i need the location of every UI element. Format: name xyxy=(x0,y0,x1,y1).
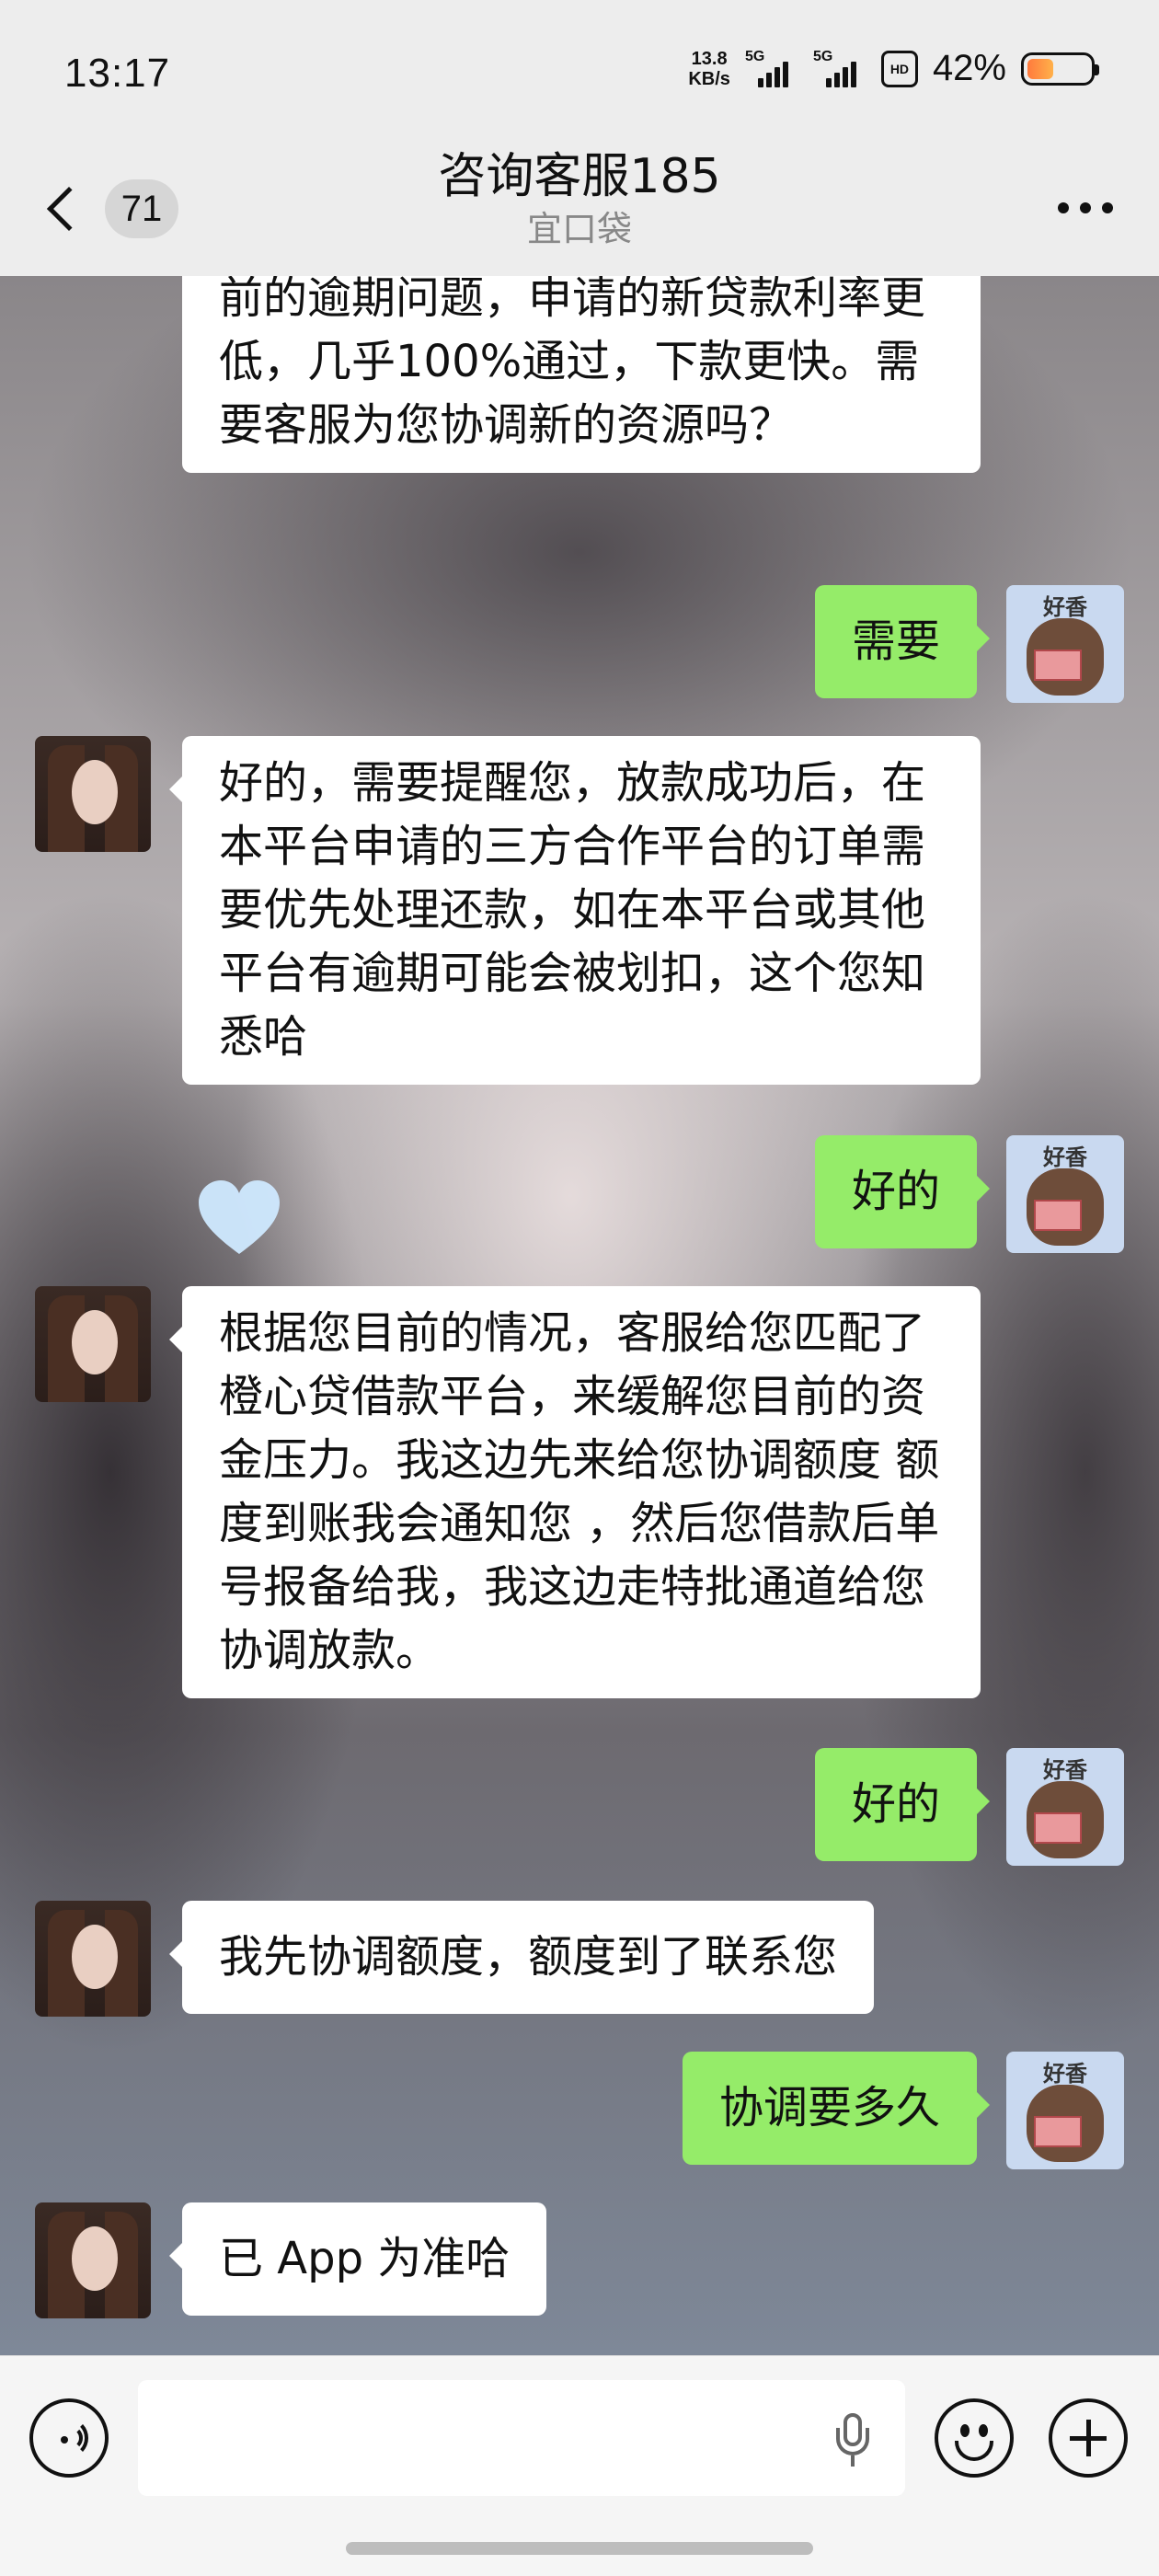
sent-message-bubble[interactable]: 协调要多久 xyxy=(682,2052,991,2165)
received-message-bubble[interactable]: 已 App 为准哈 xyxy=(168,2202,547,2316)
chat-screen: 13:17 13.8 KB/s 5G 5G HD 42% 咨询客服185 宜口袋… xyxy=(0,0,1159,2576)
status-bar: 13:17 13.8 KB/s 5G 5G HD 42% xyxy=(0,0,1159,147)
sent-message-bubble[interactable]: 好的 xyxy=(814,1748,991,1861)
sticker-label: 好香 xyxy=(1043,2061,1087,2087)
received-message-bubble[interactable]: 好的，需要提醒您，放款成功后，在本平台申请的三方合作平台的订单需要优先处理还款，… xyxy=(169,736,981,1085)
message-text: 协调要多久 xyxy=(718,2082,940,2133)
received-message-bubble[interactable]: 根据您目前的情况，客服给您匹配了橙心贷借款平台，来缓解您目前的资金压力。我这边先… xyxy=(169,1286,981,1698)
sticker-label: 好香 xyxy=(1043,594,1087,620)
sent-message-bubble[interactable]: 需要 xyxy=(814,585,991,698)
message-text: 好的，需要提醒您，放款成功后，在本平台申请的三方合作平台的订单需要优先处理还款，… xyxy=(219,757,926,1063)
message-input[interactable] xyxy=(138,2380,905,2496)
message-text: 我先协调额度，额度到了联系您 xyxy=(219,1931,838,1983)
signal-icon: 5G xyxy=(813,49,866,89)
battery-icon xyxy=(1021,52,1099,86)
unread-count-badge: 71 xyxy=(105,179,178,238)
network-speed-value: 13.8 xyxy=(691,48,728,69)
more-options-button[interactable] xyxy=(1058,202,1113,213)
chevron-left-icon xyxy=(46,186,92,232)
agent-avatar[interactable] xyxy=(35,1901,151,2017)
money-note-icon xyxy=(1034,1812,1082,1844)
microphone-icon[interactable] xyxy=(832,2413,873,2468)
message-text: 好的 xyxy=(851,1166,940,1217)
hd-voice-icon: HD xyxy=(880,50,918,87)
money-note-icon xyxy=(1034,1200,1082,1231)
my-avatar[interactable]: 好香 xyxy=(1006,585,1124,703)
smiley-icon xyxy=(960,2424,970,2437)
more-actions-plus-button[interactable] xyxy=(1049,2398,1128,2478)
message-text: 已 App 为准哈 xyxy=(219,2233,511,2284)
my-avatar[interactable]: 好香 xyxy=(1006,1135,1124,1253)
status-time: 13:17 xyxy=(64,51,171,96)
battery-fill xyxy=(1027,58,1053,79)
received-message-bubble[interactable]: 我先协调额度，额度到了联系您 xyxy=(168,1901,875,2014)
chat-input-bar xyxy=(0,2355,1159,2576)
chat-header: 咨询客服185 宜口袋 71 xyxy=(0,147,1159,276)
agent-avatar[interactable] xyxy=(35,2202,151,2318)
signal-icon: 5G xyxy=(745,49,798,89)
agent-avatar[interactable] xyxy=(35,736,151,852)
message-text: 好的 xyxy=(851,1778,940,1830)
heart-icon xyxy=(199,1180,280,1254)
my-avatar[interactable]: 好香 xyxy=(1006,2052,1124,2169)
voice-input-button[interactable] xyxy=(29,2398,109,2478)
sticker-label: 好香 xyxy=(1043,1757,1087,1783)
message-text: 需要 xyxy=(851,615,940,667)
sticker-label: 好香 xyxy=(1043,1144,1087,1170)
sent-message-bubble[interactable]: 好的 xyxy=(814,1135,991,1248)
money-note-icon xyxy=(1034,650,1082,681)
money-note-icon xyxy=(1034,2116,1082,2147)
home-indicator[interactable] xyxy=(346,2542,813,2555)
message-text: 根据您目前的情况，客服给您匹配了橙心贷借款平台，来缓解您目前的资金压力。我这边先… xyxy=(219,1307,940,1676)
my-avatar[interactable]: 好香 xyxy=(1006,1748,1124,1866)
status-icons: 13.8 KB/s 5G 5G HD 42% xyxy=(688,48,1099,89)
network-speed: 13.8 KB/s xyxy=(688,49,730,89)
network-speed-unit: KB/s xyxy=(688,68,730,89)
received-message-bubble[interactable]: 前的逾期问题，申请的新贷款利率更低，几乎100%通过，下款更快。需要客服为您协调… xyxy=(182,276,981,473)
emoji-button[interactable] xyxy=(935,2398,1014,2478)
back-button[interactable]: 71 xyxy=(37,179,178,238)
battery-percent: 42% xyxy=(932,48,1006,88)
agent-avatar[interactable] xyxy=(35,1286,151,1402)
message-text: 前的逾期问题，申请的新贷款利率更低，几乎100%通过，下款更快。需要客服为您协调… xyxy=(219,276,926,451)
more-dots-icon xyxy=(1058,202,1069,213)
chat-message-list[interactable]: 前的逾期问题，申请的新贷款利率更低，几乎100%通过，下款更快。需要客服为您协调… xyxy=(0,276,1159,2355)
